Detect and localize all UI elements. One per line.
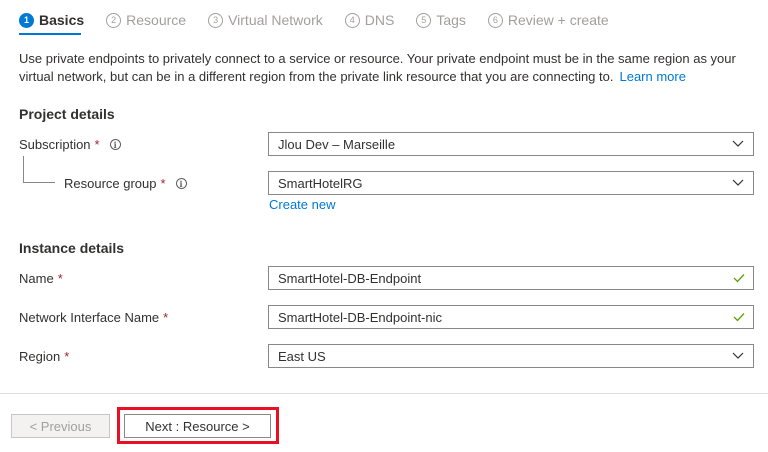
- chevron-down-icon: [727, 345, 749, 367]
- step-number-badge: 2: [106, 12, 122, 28]
- tree-connector-horizontal: [23, 182, 55, 183]
- step-number-badge: 3: [208, 12, 224, 28]
- tab-label: Resource: [126, 12, 187, 28]
- learn-more-link[interactable]: Learn more: [619, 69, 685, 84]
- checkmark-icon: [728, 306, 750, 328]
- active-tab-indicator: [19, 33, 81, 35]
- tab-label: Basics: [39, 12, 85, 28]
- required-asterisk: *: [57, 271, 63, 286]
- required-asterisk: *: [94, 137, 100, 152]
- required-asterisk: *: [64, 349, 70, 364]
- tab-label: Virtual Network: [228, 12, 323, 28]
- tab-tags[interactable]: 5 Tags: [416, 12, 466, 28]
- resource-group-label-text: Resource group: [64, 176, 157, 191]
- tab-review-create[interactable]: 6 Review + create: [487, 12, 609, 28]
- chevron-down-icon: [727, 133, 749, 155]
- subscription-label: Subscription * i: [19, 137, 121, 152]
- name-input[interactable]: SmartHotel-DB-Endpoint: [268, 266, 754, 290]
- wizard-tabs: 1 Basics 2 Resource 3 Virtual Network 4 …: [19, 9, 631, 31]
- resource-group-label: Resource group * i: [64, 176, 187, 191]
- info-icon[interactable]: i: [109, 139, 121, 150]
- resource-group-value: SmartHotelRG: [278, 175, 363, 191]
- highlight-box: [117, 407, 279, 444]
- nic-name-input[interactable]: SmartHotel-DB-Endpoint-nic: [268, 305, 754, 329]
- tab-basics[interactable]: 1 Basics: [19, 12, 84, 28]
- required-asterisk: *: [160, 176, 166, 191]
- required-asterisk: *: [163, 310, 169, 325]
- description: Use private endpoints to privately conne…: [19, 50, 754, 86]
- footer-divider: [0, 393, 768, 394]
- tab-dns[interactable]: 4 DNS: [344, 12, 395, 28]
- tree-connector-vertical: [23, 156, 24, 182]
- nic-name-label: Network Interface Name *: [19, 310, 168, 325]
- chevron-down-icon: [727, 172, 749, 194]
- nic-name-label-text: Network Interface Name: [19, 310, 160, 325]
- tab-label: Review + create: [507, 12, 609, 28]
- region-label: Region *: [19, 349, 69, 364]
- step-number-badge: 5: [416, 12, 432, 28]
- subscription-label-text: Subscription: [19, 137, 91, 152]
- region-label-text: Region: [19, 349, 61, 364]
- previous-button[interactable]: < Previous: [11, 414, 110, 438]
- create-new-link[interactable]: Create new: [269, 197, 335, 212]
- region-dropdown[interactable]: East US: [268, 344, 754, 368]
- nic-name-value: SmartHotel-DB-Endpoint-nic: [278, 309, 443, 325]
- info-icon[interactable]: i: [175, 178, 187, 189]
- subscription-dropdown[interactable]: Jlou Dev – Marseille: [268, 132, 754, 156]
- resource-group-dropdown[interactable]: SmartHotelRG: [268, 171, 754, 195]
- name-label: Name *: [19, 271, 63, 286]
- step-number-badge: 1: [19, 12, 34, 28]
- tab-resource[interactable]: 2 Resource: [106, 12, 186, 28]
- step-number-badge: 4: [344, 12, 360, 28]
- step-number-badge: 6: [487, 12, 503, 28]
- region-value: East US: [278, 348, 326, 364]
- tab-virtual-network[interactable]: 3 Virtual Network: [208, 12, 323, 28]
- checkmark-icon: [728, 267, 750, 289]
- project-details-heading: Project details: [19, 106, 115, 122]
- instance-details-heading: Instance details: [19, 240, 125, 256]
- name-label-text: Name: [19, 271, 54, 286]
- tab-label: Tags: [436, 12, 466, 28]
- name-value: SmartHotel-DB-Endpoint: [278, 270, 422, 286]
- tab-label: DNS: [364, 12, 395, 28]
- subscription-value: Jlou Dev – Marseille: [278, 136, 396, 152]
